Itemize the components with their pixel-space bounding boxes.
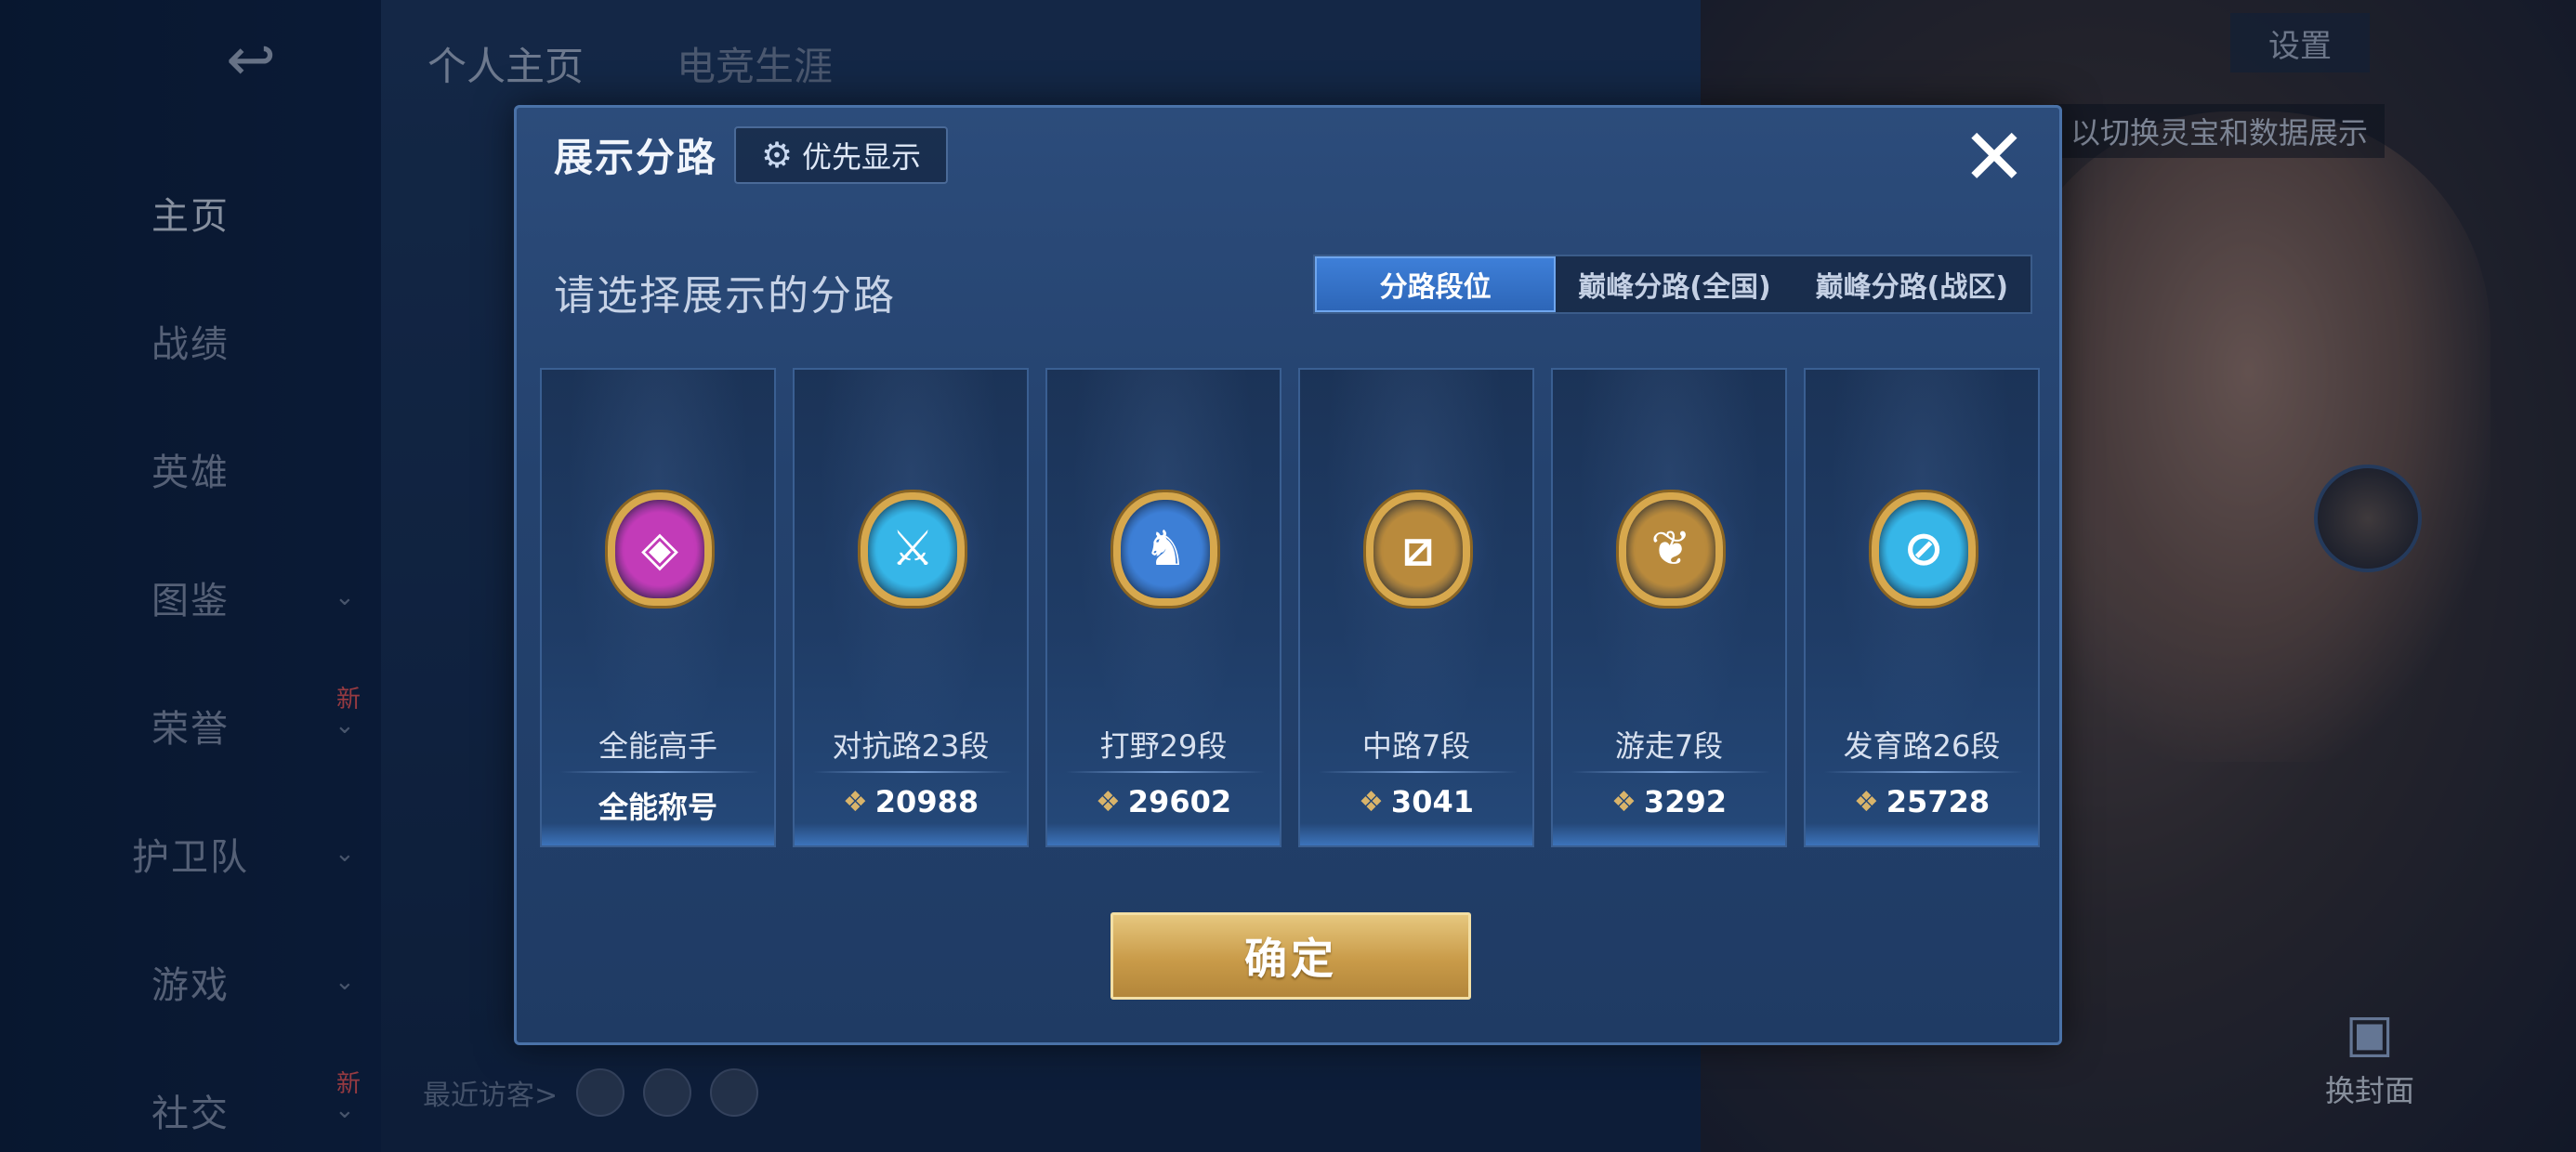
card-glow	[1300, 823, 1532, 845]
lane-card[interactable]: ⧄ 中路7段 ❖ 3041	[1298, 368, 1534, 847]
lane-card[interactable]: ◈ 全能高手全能称号	[540, 368, 776, 847]
close-icon[interactable]: ✕	[1957, 118, 2031, 196]
lane-type-tabs: 分路段位 巅峰分路(全国) 巅峰分路(战区)	[1313, 255, 2032, 314]
lane-score-value: 25728	[1886, 784, 1991, 819]
lane-rank-label: 全能高手	[598, 728, 717, 764]
lane-card-list: ◈ 全能高手 全能称号 ⚔ 对抗路23段 ❖ 20988 ♞ 打野29段 ❖ 29602 ⧄ 中路7段 ❖…	[540, 368, 2040, 847]
farm-lane-badge-icon: ⊘	[1872, 492, 1976, 606]
badge-frame: ⚔	[843, 479, 982, 619]
mid-lane-badge-icon: ⧄	[1366, 492, 1470, 606]
divider	[1824, 771, 2023, 773]
peak-points-icon: ❖	[1611, 785, 1636, 818]
lane-card[interactable]: ⊘ 发育路26段 ❖ 25728	[1804, 368, 2040, 847]
priority-display-label: 优先显示	[802, 139, 922, 175]
lane-score-value: 20988	[874, 784, 979, 819]
clash-lane-badge-icon: ⚔	[861, 492, 965, 606]
divider	[813, 771, 1012, 773]
lane-score: ❖ 3041	[1300, 784, 1532, 819]
peak-points-icon: ❖	[842, 785, 868, 818]
lane-score: ❖ 20988	[795, 784, 1027, 819]
lane-score-value: 3041	[1390, 784, 1474, 819]
lane-score-value: 29602	[1127, 784, 1232, 819]
badge-frame: ❦	[1601, 479, 1741, 619]
card-glow	[795, 823, 1027, 845]
divider	[1319, 771, 1518, 773]
all-round-badge-icon: ◈	[608, 492, 712, 606]
jungle-badge-icon: ♞	[1113, 492, 1217, 606]
lane-rank-label: 中路7段	[1361, 728, 1471, 764]
lane-rank-label: 打野29段	[1099, 728, 1228, 764]
badge-frame: ⧄	[1348, 479, 1488, 619]
divider	[560, 771, 759, 773]
card-glow	[1047, 823, 1280, 845]
badge-frame: ◈	[590, 479, 729, 619]
lane-card[interactable]: ❦ 游走7段 ❖ 3292	[1551, 368, 1787, 847]
lane-card[interactable]: ⚔ 对抗路23段 ❖ 20988	[793, 368, 1029, 847]
lane-rank-label: 发育路26段	[1843, 728, 2001, 764]
gear-icon: ⚙	[760, 135, 794, 176]
tab-lane-rank[interactable]: 分路段位	[1315, 256, 1557, 312]
lane-rank-label: 对抗路23段	[832, 728, 990, 764]
priority-display-button[interactable]: ⚙ 优先显示	[734, 126, 948, 184]
lane-score: ❖ 3292	[1553, 784, 1785, 819]
roam-badge-icon: ❦	[1619, 492, 1723, 606]
lane-score-value: 3292	[1643, 784, 1727, 819]
tab-peak-national[interactable]: 巅峰分路(全国)	[1556, 256, 1793, 312]
badge-frame: ♞	[1096, 479, 1235, 619]
dialog-subtitle: 请选择展示的分路	[554, 272, 896, 320]
card-glow	[1806, 823, 2038, 845]
peak-points-icon: ❖	[1853, 785, 1879, 818]
lane-display-dialog: 展示分路 ⚙ 优先显示 ✕ 请选择展示的分路 分路段位 巅峰分路(全国) 巅峰分…	[514, 105, 2062, 1045]
badge-frame: ⊘	[1854, 479, 1993, 619]
peak-points-icon: ❖	[1359, 785, 1384, 818]
lane-rank-label: 游走7段	[1614, 728, 1724, 764]
confirm-button[interactable]: 确定	[1111, 912, 1471, 1000]
card-glow	[1553, 823, 1785, 845]
peak-points-icon: ❖	[1095, 785, 1121, 818]
divider	[1066, 771, 1265, 773]
lane-score: ❖ 25728	[1806, 784, 2038, 819]
tab-peak-region[interactable]: 巅峰分路(战区)	[1794, 256, 2031, 312]
dialog-title: 展示分路	[554, 135, 718, 180]
divider	[1571, 771, 1770, 773]
lane-score: 全能称号	[542, 784, 774, 827]
lane-score: ❖ 29602	[1047, 784, 1280, 819]
lane-card[interactable]: ♞ 打野29段 ❖ 29602	[1045, 368, 1281, 847]
card-glow	[542, 823, 774, 845]
lane-score-value: 全能称号	[598, 790, 717, 825]
